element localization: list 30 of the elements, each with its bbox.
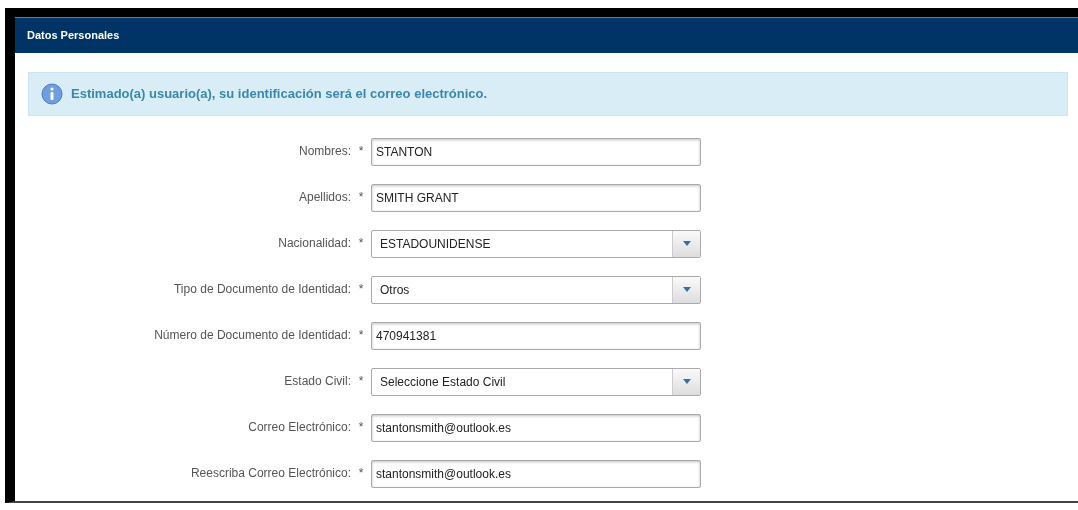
required-mark: * [358,327,364,342]
required-mark: * [358,465,364,480]
field-label: Tipo de Documento de Identidad: [173,280,351,298]
field-label: Apellidos: [297,188,351,206]
caret-icon [682,379,691,384]
caret-icon [682,241,691,246]
field-label: Estado Civil: [283,372,351,390]
required-mark: * [358,281,364,296]
field-label: Nombres: [298,142,351,160]
input-field[interactable]: stantonsmith@outlook.es [371,413,701,442]
info-icon [41,82,63,105]
required-mark: * [358,189,364,204]
dropdown[interactable]: Otros [371,275,701,304]
required-mark: * [358,373,364,388]
field-label: Correo Electrónico: [247,418,351,436]
required-mark: * [358,419,364,434]
input-field[interactable]: stantonsmith@outlook.es [371,459,701,488]
required-mark: * [358,235,364,250]
dropdown[interactable]: ESTADOUNIDENSE [371,229,701,258]
field-label: Reescriba Correo Electrónico: [189,464,351,482]
required-mark: * [358,143,364,158]
input-field[interactable]: SMITH GRANT [371,183,701,212]
input-field[interactable]: 470941381 [371,321,701,350]
alert-message: Estimado(a) usuario(a), su identificación será el correo electrónico. [71,84,488,103]
panel-title: Datos Personales [15,17,1078,53]
field-label: Número de Documento de Identidad: [153,326,351,344]
field-label: Nacionalidad: [277,234,351,252]
dropdown[interactable]: Seleccione Estado Civil [371,367,701,396]
input-field[interactable]: STANTON [371,137,701,166]
caret-icon [682,287,691,292]
